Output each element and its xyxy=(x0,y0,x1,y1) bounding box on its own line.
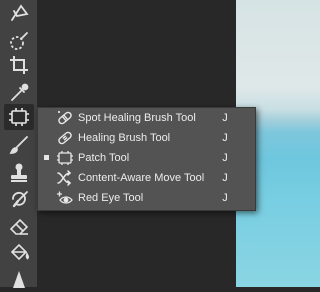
menu-item-shortcut: J xyxy=(222,152,228,164)
menu-item-label: Patch Tool xyxy=(78,152,130,164)
menu-item-shortcut: J xyxy=(222,112,228,124)
menu-item-label: Content-Aware Move Tool xyxy=(78,172,205,184)
paint-bucket-tool[interactable] xyxy=(4,240,34,266)
eyedropper-tool[interactable] xyxy=(4,79,34,105)
history-brush-icon xyxy=(12,191,28,208)
lasso-tool[interactable] xyxy=(4,0,34,26)
patch-icon xyxy=(57,151,73,165)
history-brush-tool[interactable] xyxy=(4,186,34,212)
crop-icon xyxy=(10,56,28,74)
menu-item-healing-brush[interactable]: Healing Brush Tool J xyxy=(38,128,255,148)
content-aware-move-icon xyxy=(57,170,72,186)
clone-stamp-tool[interactable] xyxy=(4,160,34,186)
selected-indicator xyxy=(44,155,49,160)
menu-item-label: Healing Brush Tool xyxy=(78,132,171,144)
eraser-icon xyxy=(9,218,29,235)
spot-healing-icon xyxy=(58,111,72,125)
crop-tool[interactable] xyxy=(4,52,34,78)
stamp-icon xyxy=(11,163,27,182)
quick-selection-icon xyxy=(10,32,28,50)
bucket-icon xyxy=(10,243,30,261)
eraser-tool[interactable] xyxy=(4,213,34,239)
tools-panel xyxy=(0,0,38,288)
patch-tool[interactable] xyxy=(4,104,34,130)
patch-icon xyxy=(9,108,29,126)
menu-item-shortcut: J xyxy=(222,172,228,184)
menu-item-label: Red Eye Tool xyxy=(78,192,144,204)
healing-tools-flyout-menu: Spot Healing Brush Tool J Healing Brush … xyxy=(37,107,256,211)
menu-item-label: Spot Healing Brush Tool xyxy=(78,112,196,124)
red-eye-icon xyxy=(57,191,73,204)
menu-item-red-eye-tool[interactable]: Red Eye Tool J xyxy=(38,188,255,208)
bandage-icon xyxy=(58,131,72,145)
menu-item-patch-tool[interactable]: Patch Tool J xyxy=(38,148,255,168)
menu-item-spot-healing-brush[interactable]: Spot Healing Brush Tool J xyxy=(38,108,255,128)
menu-item-shortcut: J xyxy=(222,132,228,144)
brush-tool[interactable] xyxy=(4,132,34,158)
brush-icon xyxy=(9,136,28,154)
eyedropper-icon xyxy=(11,83,29,101)
menu-item-shortcut: J xyxy=(222,192,228,204)
lasso-icon xyxy=(11,4,29,21)
sharpen-tool[interactable] xyxy=(4,266,34,292)
quick-selection-tool[interactable] xyxy=(4,28,34,54)
menu-item-content-aware-move[interactable]: Content-Aware Move Tool J xyxy=(38,168,255,188)
